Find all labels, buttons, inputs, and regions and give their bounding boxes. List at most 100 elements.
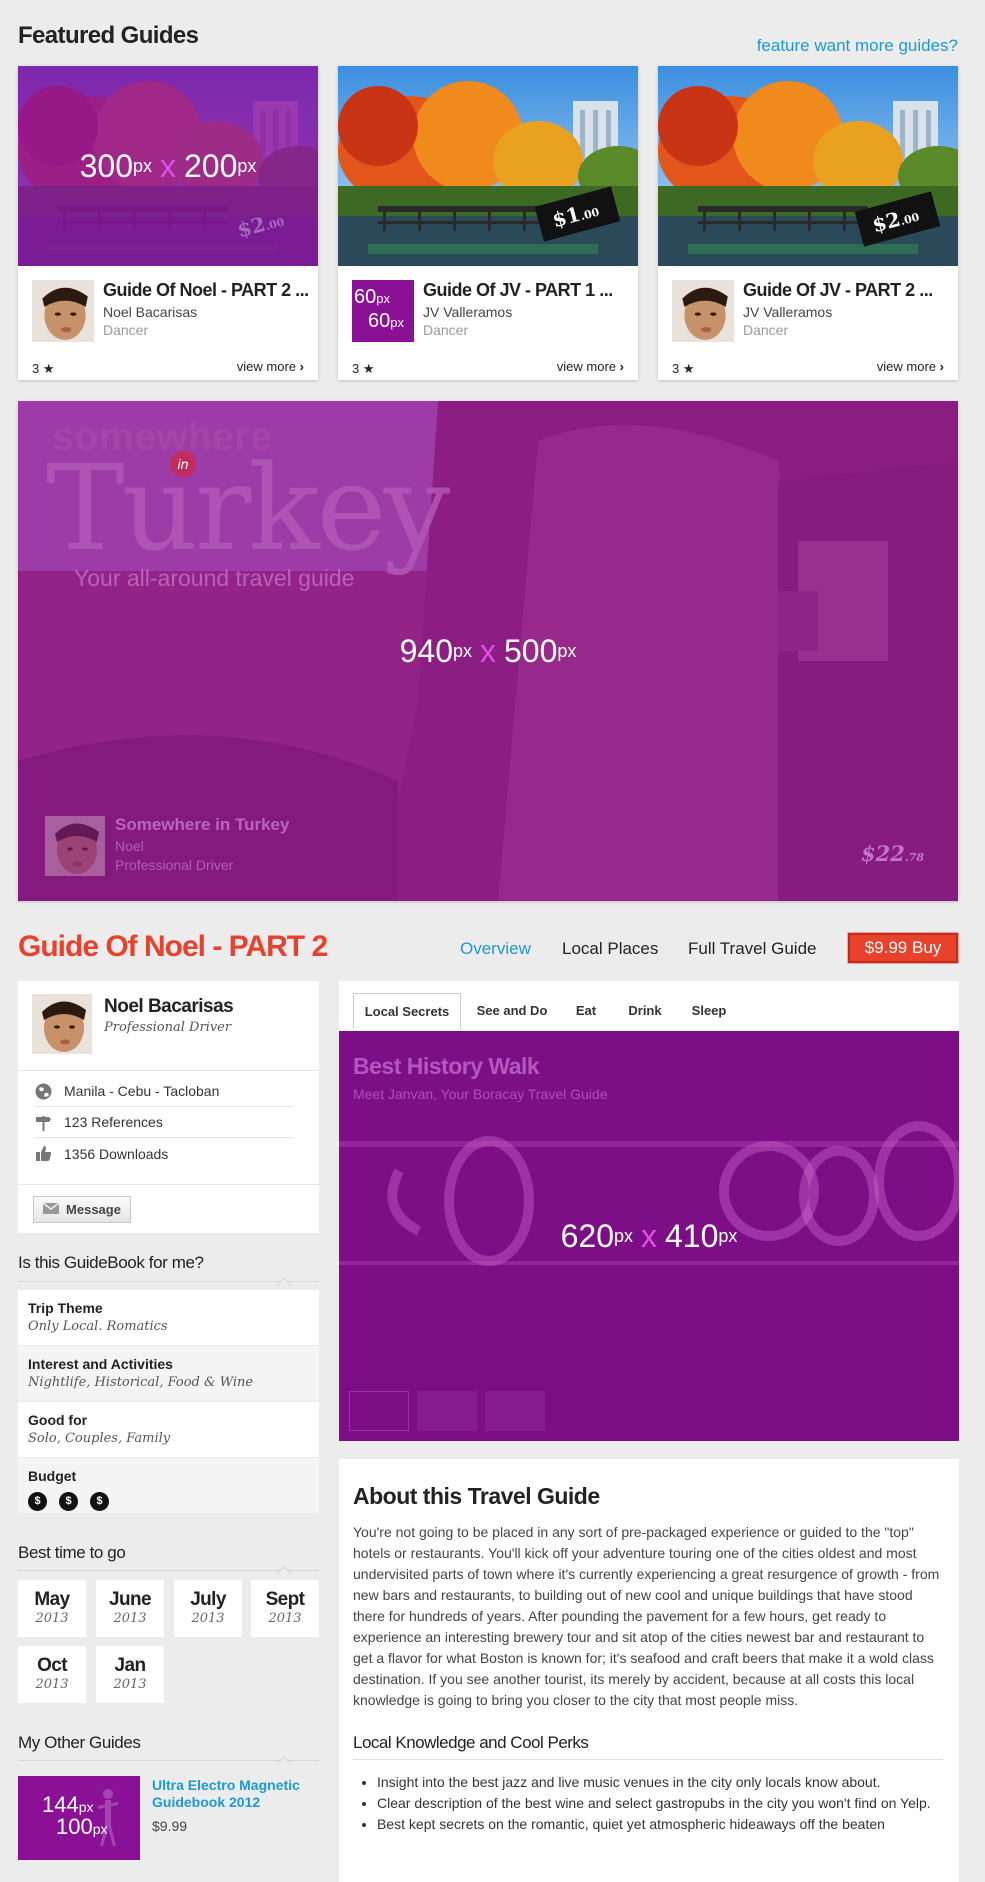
profile-downloads: 1356 Downloads xyxy=(34,1138,294,1169)
guide-title: Guide Of Noel - PART 2 xyxy=(18,930,328,963)
rating: 3 ★ xyxy=(672,361,695,376)
tab-bar: Local Secrets See and Do Eat Drink Sleep xyxy=(339,981,959,1031)
hero-avatar xyxy=(45,816,105,876)
tab-local-places[interactable]: Local Places xyxy=(562,939,658,959)
budget-rating: $ $ $ xyxy=(28,1491,309,1511)
other-guides-title: My Other Guides xyxy=(18,1733,141,1752)
guide-card[interactable]: $2.00 Guide Of JV - PART 2 ... JV Valler… xyxy=(658,66,958,380)
other-guide-link[interactable]: Ultra Electro Magnetic Guidebook 2012 xyxy=(152,1777,312,1811)
perks-title: Local Knowledge and Cool Perks xyxy=(353,1733,943,1760)
more-guides-link[interactable]: feature want more guides? xyxy=(757,36,958,56)
card-title[interactable]: Guide Of Noel - PART 2 ... xyxy=(103,280,309,301)
card-author: JV Valleramos xyxy=(423,304,513,320)
for-me-title: Is this GuideBook for me? xyxy=(18,1253,204,1272)
budget: Budget $ $ $ xyxy=(18,1458,319,1513)
view-more-link[interactable]: view more › xyxy=(877,359,944,374)
hero-guide-name: Somewhere in Turkey xyxy=(115,815,290,834)
list-item: Insight into the best jazz and live musi… xyxy=(377,1772,943,1793)
best-time-title: Best time to go xyxy=(18,1543,126,1562)
image-placeholder-dimensions: 620 px x 410 px xyxy=(560,1217,738,1254)
good-for: Good for Solo, Couples, Family xyxy=(18,1402,319,1457)
chevron-right-icon: › xyxy=(939,359,944,374)
avatar-placeholder: 60px 60px xyxy=(352,280,414,342)
card-title[interactable]: Guide Of JV - PART 2 ... xyxy=(743,280,933,301)
view-more-link[interactable]: view more › xyxy=(237,359,304,374)
trip-theme: Trip Theme Only Local. Romatics xyxy=(18,1290,319,1345)
month-card: Jan 2013 xyxy=(96,1646,164,1703)
dollar-icon: $ xyxy=(59,1491,78,1511)
thumbs-up-icon xyxy=(34,1145,52,1163)
card-author: Noel Bacarisas xyxy=(103,304,198,320)
guide-card[interactable]: $1.00 60px 60px Guide Of JV - PART 1 ...… xyxy=(338,66,638,380)
perks-list: Insight into the best jazz and live musi… xyxy=(353,1772,943,1835)
card-role: Dancer xyxy=(423,322,469,338)
list-item: Best kept secrets on the romantic, quiet… xyxy=(377,1814,943,1835)
tab-drink[interactable]: Drink xyxy=(615,994,675,1026)
profile-references: 123 References xyxy=(34,1107,294,1138)
guide-card-image: 300 px x 200 px $2.00 xyxy=(18,66,318,266)
card-role: Dancer xyxy=(743,322,789,338)
tab-eat[interactable]: Eat xyxy=(561,994,611,1026)
avatar xyxy=(32,280,94,342)
avatar xyxy=(672,280,734,342)
month-card: Sept 2013 xyxy=(251,1580,319,1637)
hero-banner[interactable]: somewhere in Turkey Your all-around trav… xyxy=(18,401,958,901)
profile-panel: Noel Bacarisas Professional Driver Manil… xyxy=(18,981,319,1233)
hero-role: Professional Driver xyxy=(115,857,234,873)
envelope-icon xyxy=(42,1202,60,1217)
about-body: You're not going to be placed in any sor… xyxy=(353,1524,940,1708)
card-role: Dancer xyxy=(103,322,149,338)
month-card: Oct 2013 xyxy=(18,1646,86,1703)
view-more-link[interactable]: view more › xyxy=(557,359,624,374)
month-card: July 2013 xyxy=(174,1580,242,1637)
guide-card-image: $1.00 xyxy=(338,66,638,266)
tab-overview[interactable]: Overview xyxy=(460,939,531,959)
divider xyxy=(18,1570,319,1571)
signpost-icon xyxy=(34,1113,52,1131)
rating: 3 ★ xyxy=(352,361,375,376)
interests-activities: Interest and Activities Nightlife, Histo… xyxy=(18,1346,319,1401)
about-panel: About this Travel Guide You're not going… xyxy=(339,1459,959,1882)
caret-up-icon xyxy=(275,1562,293,1576)
tab-local-secrets[interactable]: Local Secrets xyxy=(353,993,461,1029)
tab-sleep[interactable]: Sleep xyxy=(679,994,739,1026)
star-icon: ★ xyxy=(682,361,695,376)
list-item: Clear description of the best wine and s… xyxy=(377,1793,943,1814)
card-author: JV Valleramos xyxy=(743,304,833,320)
slide-thumbnail[interactable] xyxy=(349,1391,409,1431)
tab-see-and-do[interactable]: See and Do xyxy=(469,994,555,1026)
dollar-icon: $ xyxy=(90,1491,109,1511)
hero-author: Noel xyxy=(115,838,144,854)
chevron-right-icon: › xyxy=(299,359,304,374)
tab-full-travel-guide[interactable]: Full Travel Guide xyxy=(688,939,817,959)
featured-title: Featured Guides xyxy=(18,22,199,49)
chevron-right-icon: › xyxy=(619,359,624,374)
profile-location: Manila - Cebu - Tacloban xyxy=(34,1076,294,1107)
star-icon: ★ xyxy=(362,361,375,376)
other-guide-thumbnail[interactable]: 144px 100px xyxy=(18,1776,140,1860)
avatar xyxy=(32,994,92,1054)
hero-price: $22.78 xyxy=(861,841,924,866)
divider xyxy=(18,1760,319,1761)
guide-card-image: $2.00 xyxy=(658,66,958,266)
about-title: About this Travel Guide xyxy=(353,1483,600,1509)
slide-thumbnail[interactable] xyxy=(485,1391,545,1431)
dollar-icon: $ xyxy=(28,1491,47,1511)
other-guide-price: $9.99 xyxy=(152,1818,188,1834)
profile-role: Professional Driver xyxy=(104,1020,232,1035)
card-title[interactable]: Guide Of JV - PART 1 ... xyxy=(423,280,613,301)
slide-thumbnail[interactable] xyxy=(417,1391,477,1431)
rating: 3 ★ xyxy=(32,361,55,376)
caret-up-icon xyxy=(275,1752,293,1766)
guide-card[interactable]: 300 px x 200 px $2.00 Guide Of Noel - PART… xyxy=(18,66,318,380)
month-card: May 2013 xyxy=(18,1580,86,1637)
divider xyxy=(18,1281,319,1282)
star-icon: ★ xyxy=(42,361,55,376)
buy-button[interactable]: $9.99 Buy xyxy=(847,932,959,964)
slideshow[interactable]: Best History Walk Meet Janvan, Your Bora… xyxy=(339,1031,959,1441)
message-button[interactable]: Message xyxy=(33,1196,131,1223)
profile-name[interactable]: Noel Bacarisas xyxy=(104,996,234,1018)
globe-icon xyxy=(34,1082,52,1100)
caret-up-icon xyxy=(275,1273,293,1287)
month-card: June 2013 xyxy=(96,1580,164,1637)
